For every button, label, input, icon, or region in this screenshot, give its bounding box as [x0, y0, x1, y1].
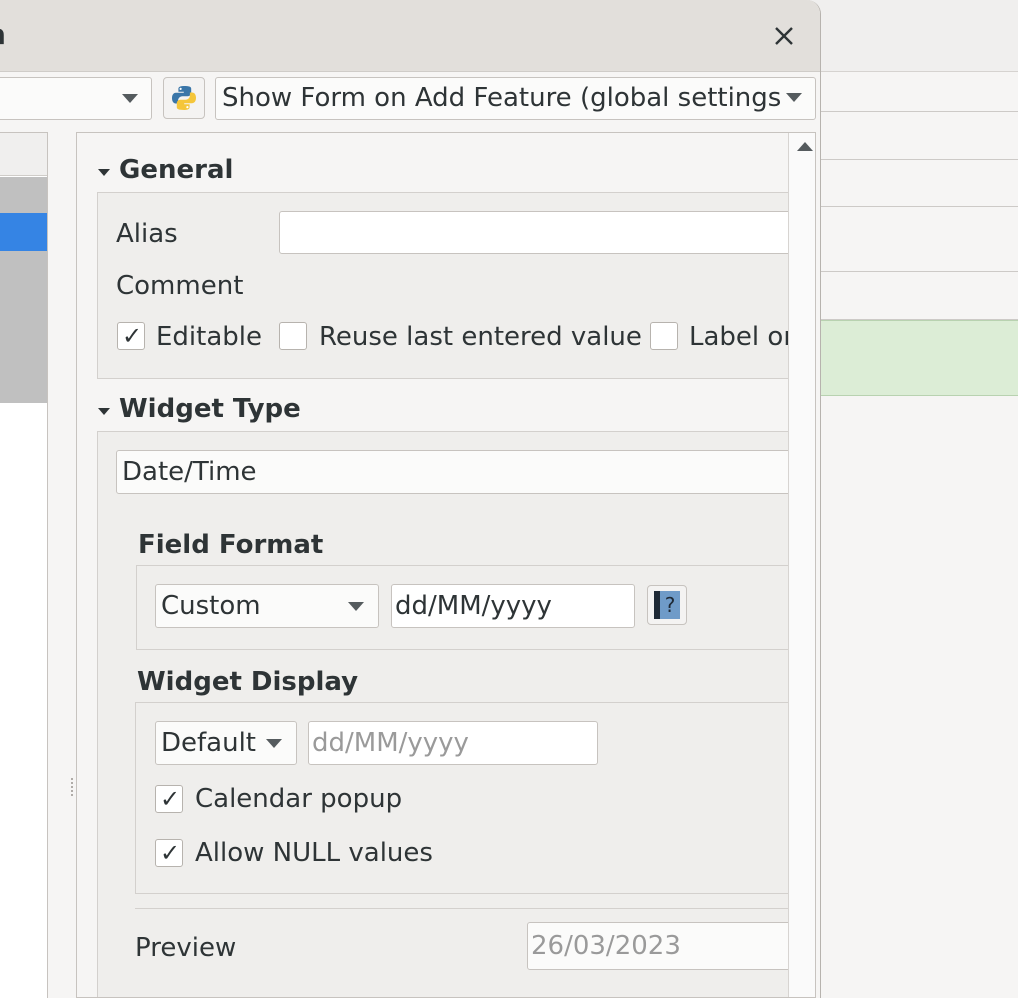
- chevron-down-icon: [266, 739, 282, 748]
- alias-label: Alias: [116, 219, 178, 249]
- editable-label: Editable: [156, 322, 263, 352]
- general-group-title[interactable]: General: [119, 155, 233, 185]
- custom-format-value: dd/MM/yyyy: [395, 591, 552, 621]
- editable-checkbox[interactable]: ✓: [117, 322, 145, 350]
- widget-display-value: Default: [161, 728, 256, 758]
- suppress-form-value: Show Form on Add Feature (global setting…: [222, 83, 782, 113]
- widget-display-combo[interactable]: Default: [155, 721, 297, 765]
- chevron-down-icon: [122, 94, 138, 103]
- field-properties-panel: General Alias Comment ✓ Editable Reuse l…: [76, 132, 816, 998]
- preview-separator: [135, 908, 795, 909]
- background-highlighted-row[interactable]: [820, 320, 1018, 396]
- label-on-top-label: Label or: [689, 322, 795, 352]
- widget-display-title: Widget Display: [137, 667, 359, 697]
- fields-list-selected-item[interactable]: [0, 213, 47, 251]
- allow-null-label: Allow NULL values: [195, 838, 433, 868]
- collapse-general-icon[interactable]: [98, 169, 110, 176]
- background-row: [820, 272, 1018, 320]
- format-help-button[interactable]: ?: [647, 585, 687, 625]
- fields-list-header: [0, 133, 47, 176]
- widget-display-format-input[interactable]: dd/MM/yyyy: [308, 721, 598, 765]
- field-format-title: Field Format: [138, 530, 324, 560]
- python-icon: [172, 86, 196, 110]
- collapse-widget-type-icon[interactable]: [98, 408, 110, 415]
- label-on-top-checkbox[interactable]: [650, 322, 678, 350]
- comment-label: Comment: [116, 271, 244, 301]
- suppress-form-combo[interactable]: Show Form on Add Feature (global setting…: [215, 77, 816, 120]
- fields-list-items[interactable]: [0, 177, 47, 403]
- background-row: [820, 112, 1018, 160]
- chevron-down-icon: [348, 602, 364, 611]
- scroll-up-arrow-icon[interactable]: [797, 142, 813, 151]
- field-format-value: Custom: [161, 591, 261, 621]
- widget-type-combo[interactable]: Date/Time: [116, 450, 796, 494]
- close-icon: [775, 27, 793, 45]
- background-row: [820, 72, 1018, 112]
- close-button[interactable]: [764, 16, 804, 56]
- preview-date-value: 26/03/2023: [531, 931, 681, 961]
- help-book-icon: ?: [654, 591, 680, 619]
- background-row: [820, 160, 1018, 207]
- attribute-properties-dialog: n Show Form on Add Feature (global setti…: [0, 0, 821, 998]
- python-init-button[interactable]: [163, 77, 205, 119]
- chevron-down-icon: [786, 93, 802, 102]
- alias-input[interactable]: [279, 211, 799, 254]
- reuse-last-value-checkbox[interactable]: [279, 322, 307, 350]
- calendar-popup-checkbox[interactable]: ✓: [155, 785, 183, 813]
- widget-type-group-title[interactable]: Widget Type: [119, 394, 301, 424]
- dialog-title: n: [0, 18, 6, 51]
- properties-scrollbar[interactable]: [788, 133, 815, 997]
- preview-label: Preview: [135, 933, 237, 963]
- splitter-handle[interactable]: [71, 778, 74, 796]
- field-format-combo[interactable]: Custom: [155, 584, 379, 628]
- custom-format-input[interactable]: dd/MM/yyyy: [391, 584, 635, 628]
- calendar-popup-label: Calendar popup: [195, 784, 403, 814]
- widget-type-value: Date/Time: [122, 457, 257, 487]
- layout-mode-combo[interactable]: [0, 77, 152, 120]
- preview-date-field[interactable]: 26/03/2023: [527, 922, 797, 970]
- background-row: [820, 207, 1018, 272]
- fields-list[interactable]: [0, 132, 48, 998]
- dialog-titlebar[interactable]: n: [0, 0, 820, 72]
- widget-display-placeholder: dd/MM/yyyy: [312, 728, 469, 758]
- allow-null-checkbox[interactable]: ✓: [155, 839, 183, 867]
- reuse-last-value-label: Reuse last entered value: [319, 322, 642, 352]
